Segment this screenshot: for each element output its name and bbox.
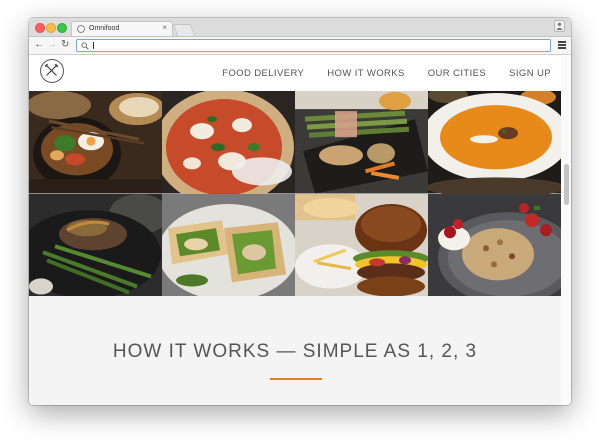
menu-icon[interactable] [558,41,566,51]
meal-photo-wraps[interactable] [162,193,295,296]
scrollbar-thumb[interactable] [563,164,569,205]
profile-button[interactable] [554,20,565,32]
title-underline [270,378,322,380]
nav-food-delivery[interactable]: FOOD DELIVERY [222,68,304,79]
omnifood-logo[interactable] [40,59,64,83]
meal-gallery [29,91,561,296]
meal-photo-pizza[interactable] [162,91,295,194]
site-navigation: FOOD DELIVERY HOW IT WORKS OUR CITIES SI… [29,55,561,91]
page-scrollbar[interactable] [561,55,571,405]
tab-bar: Omnifood × [29,18,571,37]
section-title: HOW IT WORKS — SIMPLE AS 1, 2, 3 [112,341,478,362]
browser-toolbar: ← → ↻ [29,37,571,55]
nav-our-cities[interactable]: OUR CITIES [428,68,486,79]
meal-photo-steak[interactable] [29,193,162,296]
new-tab-button[interactable] [172,24,196,36]
zoom-window-button[interactable] [57,23,67,33]
tab-title: Omnifood [89,25,120,32]
address-input[interactable] [92,40,547,51]
forward-button[interactable]: → [47,39,57,51]
tab-omnifood[interactable]: Omnifood × [71,21,173,36]
how-it-works-section: HOW IT WORKS — SIMPLE AS 1, 2, 3 [29,296,561,405]
meal-photo-burger[interactable] [295,193,428,296]
address-bar[interactable] [76,39,551,52]
nav-sign-up[interactable]: SIGN UP [509,68,551,79]
person-icon [556,22,563,30]
reload-button[interactable]: ↻ [61,39,69,51]
minimize-window-button[interactable] [46,23,56,33]
text-caret [93,42,94,49]
search-icon [81,42,89,50]
nav-links: FOOD DELIVERY HOW IT WORKS OUR CITIES SI… [199,55,551,91]
page-icon [77,25,85,33]
meal-photo-asparagus[interactable] [295,91,428,194]
browser-window: Omnifood × ← → ↻ FOOD DELIVERY HOW IT WO… [29,18,571,405]
meal-photo-bibimbap[interactable] [29,91,162,194]
meal-photo-granola[interactable] [428,193,561,296]
nav-how-it-works[interactable]: HOW IT WORKS [327,68,404,79]
close-window-button[interactable] [35,23,45,33]
meal-photo-soup[interactable] [428,91,561,194]
fork-knife-icon [44,63,59,76]
back-button[interactable]: ← [34,39,44,51]
web-page: FOOD DELIVERY HOW IT WORKS OUR CITIES SI… [29,55,571,405]
tab-close-icon[interactable]: × [162,23,167,33]
